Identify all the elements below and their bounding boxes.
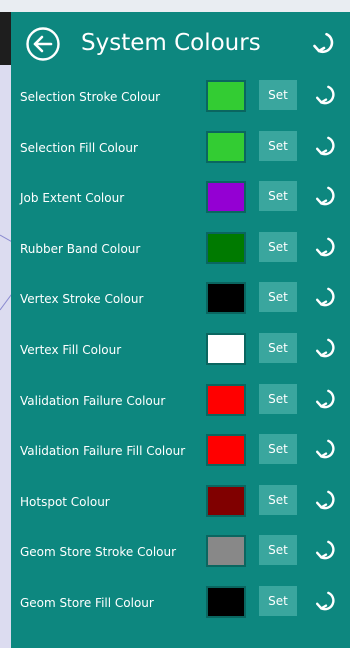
panel-header: System Colours xyxy=(11,12,350,78)
colour-setting-row: Validation Failure Colour Set xyxy=(11,383,350,435)
colour-setting-row: Geom Store Fill Colour Set xyxy=(11,585,350,637)
reset-button[interactable] xyxy=(313,234,339,260)
reset-icon xyxy=(315,591,335,611)
page-title: System Colours xyxy=(81,30,261,56)
reset-icon xyxy=(315,389,335,408)
reset-button[interactable] xyxy=(313,386,339,412)
reset-button[interactable] xyxy=(313,82,339,108)
reset-icon xyxy=(315,136,335,155)
set-button[interactable]: Set xyxy=(259,434,297,465)
colour-setting-row: Selection Stroke Colour Set xyxy=(11,80,350,131)
back-button[interactable] xyxy=(25,26,61,62)
colour-swatch[interactable] xyxy=(206,434,246,467)
set-button[interactable]: Set xyxy=(259,585,297,616)
colour-setting-row: Rubber Band Colour Set xyxy=(11,231,350,283)
colour-setting-row: Validation Failure Fill Colour Set xyxy=(11,434,350,485)
back-arrow-icon xyxy=(26,27,60,61)
reset-icon xyxy=(313,32,334,54)
set-button[interactable]: Set xyxy=(259,282,297,313)
reset-button[interactable] xyxy=(313,284,339,310)
colour-setting-label: Vertex Fill Colour xyxy=(20,342,122,357)
colour-setting-row: Selection Fill Colour Set xyxy=(11,130,350,182)
reset-button[interactable] xyxy=(313,537,339,563)
colour-setting-label: Validation Failure Fill Colour xyxy=(20,444,186,459)
reset-button[interactable] xyxy=(313,133,339,159)
colour-swatch[interactable] xyxy=(206,332,246,365)
colour-swatch[interactable] xyxy=(206,535,246,568)
colour-setting-label: Geom Store Stroke Colour xyxy=(20,545,177,560)
set-button[interactable]: Set xyxy=(259,181,297,212)
colour-setting-label: Rubber Band Colour xyxy=(20,241,141,256)
set-button[interactable]: Set xyxy=(259,130,297,161)
colour-setting-row: Hotspot Colour Set xyxy=(11,484,350,536)
app-top-bar xyxy=(0,0,350,12)
colour-setting-label: Geom Store Fill Colour xyxy=(20,595,154,610)
set-button[interactable]: Set xyxy=(259,231,297,262)
system-colours-panel: System Colours Selection Stroke Colour S… xyxy=(11,12,350,648)
colour-swatch[interactable] xyxy=(206,80,246,112)
colour-setting-label: Job Extent Colour xyxy=(20,191,125,206)
reset-button[interactable] xyxy=(313,588,339,614)
colour-swatch[interactable] xyxy=(206,383,246,416)
reset-icon xyxy=(315,186,335,206)
colour-setting-label: Selection Stroke Colour xyxy=(20,90,161,104)
set-button[interactable]: Set xyxy=(259,535,297,566)
colour-settings-list: Selection Stroke Colour Set Selection Fi… xyxy=(11,80,350,637)
colour-swatch[interactable] xyxy=(206,181,246,214)
colour-setting-row: Job Extent Colour Set xyxy=(11,181,350,232)
reset-icon xyxy=(315,439,335,459)
reset-button[interactable] xyxy=(313,487,339,513)
colour-setting-label: Validation Failure Colour xyxy=(20,393,166,408)
reset-icon xyxy=(315,490,335,510)
reset-icon xyxy=(315,540,335,560)
reset-icon xyxy=(315,85,335,105)
reset-icon xyxy=(315,338,335,358)
set-button[interactable]: Set xyxy=(259,80,297,110)
colour-swatch[interactable] xyxy=(206,130,246,163)
reset-button[interactable] xyxy=(313,335,339,361)
colour-setting-label: Hotspot Colour xyxy=(20,494,110,509)
reset-all-button[interactable] xyxy=(310,29,338,57)
reset-button[interactable] xyxy=(313,436,339,462)
set-button[interactable]: Set xyxy=(259,484,297,515)
colour-swatch[interactable] xyxy=(206,484,246,517)
colour-setting-row: Geom Store Stroke Colour Set xyxy=(11,535,350,586)
colour-setting-label: Selection Fill Colour xyxy=(20,140,138,155)
colour-swatch[interactable] xyxy=(206,585,246,618)
colour-setting-label: Vertex Stroke Colour xyxy=(20,292,144,307)
colour-setting-row: Vertex Fill Colour Set xyxy=(11,332,350,384)
colour-setting-row: Vertex Stroke Colour Set xyxy=(11,282,350,333)
set-button[interactable]: Set xyxy=(259,383,297,414)
colour-swatch[interactable] xyxy=(206,231,246,264)
reset-icon xyxy=(315,287,335,307)
set-button[interactable]: Set xyxy=(259,332,297,363)
reset-icon xyxy=(315,237,335,257)
reset-button[interactable] xyxy=(313,183,339,209)
colour-swatch[interactable] xyxy=(206,282,246,315)
